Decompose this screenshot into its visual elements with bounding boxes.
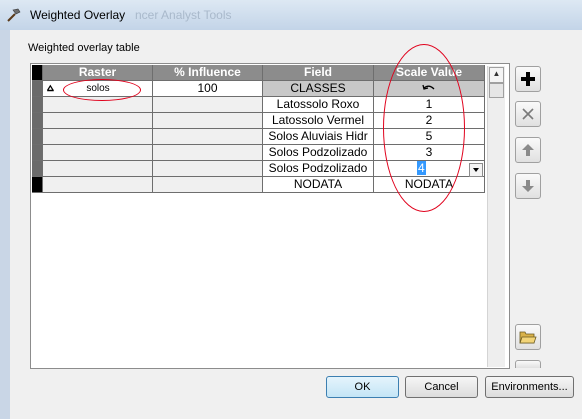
background-window-title: ncer Analyst Tools <box>135 8 232 22</box>
remove-raster-button[interactable] <box>515 101 541 127</box>
column-header-field[interactable]: Field <box>263 65 374 81</box>
influence-cell-empty <box>153 177 263 193</box>
hammer-icon <box>7 8 21 22</box>
add-icon <box>521 72 535 86</box>
raster-cell-empty <box>43 161 153 177</box>
row-selector[interactable] <box>32 177 43 193</box>
column-header-influence[interactable]: % Influence <box>153 65 263 81</box>
field-cell: Solos Podzolizado <box>263 161 374 177</box>
row-selector[interactable] <box>32 129 43 145</box>
field-cell: Solos Podzolizado <box>263 145 374 161</box>
move-down-button[interactable] <box>515 173 541 199</box>
add-raster-button[interactable] <box>515 66 541 92</box>
annotation-ellipse-raster <box>63 79 141 101</box>
ok-button[interactable]: OK <box>326 376 399 398</box>
open-button[interactable] <box>515 324 541 350</box>
field-cell: Latossolo Roxo <box>263 97 374 113</box>
cancel-button[interactable]: Cancel <box>405 376 478 398</box>
move-up-button[interactable] <box>515 137 541 163</box>
row-selector[interactable] <box>32 145 43 161</box>
scroll-up-icon[interactable]: ▲ <box>489 67 504 83</box>
influence-cell-empty <box>153 145 263 161</box>
field-cell: Latossolo Vermel <box>263 113 374 129</box>
field-cell: NODATA <box>263 177 374 193</box>
section-label: Weighted overlay table <box>28 42 140 54</box>
move-up-icon <box>522 144 534 156</box>
influence-cell-empty <box>153 161 263 177</box>
influence-cell-empty <box>153 97 263 113</box>
row-selector[interactable] <box>32 81 43 97</box>
window-title: Weighted Overlay <box>30 8 126 22</box>
raster-cell-empty <box>43 129 153 145</box>
open-folder-icon <box>519 331 537 344</box>
row-selector[interactable] <box>32 113 43 129</box>
field-cell[interactable]: CLASSES <box>263 81 374 97</box>
title-bar: Weighted Overlay ncer Analyst Tools <box>0 0 582 30</box>
scrollbar-thumb[interactable] <box>489 83 504 98</box>
header-corner <box>32 65 43 81</box>
influence-cell-empty <box>153 113 263 129</box>
move-down-icon <box>522 180 534 192</box>
raster-cell-empty <box>43 177 153 193</box>
influence-cell[interactable]: 100 <box>153 81 263 97</box>
environments-button[interactable]: Environments... <box>485 376 574 398</box>
field-cell: Solos Aluviais Hidr <box>263 129 374 145</box>
row-selector[interactable] <box>32 97 43 113</box>
remove-icon <box>522 108 534 120</box>
raster-cell-empty <box>43 113 153 129</box>
vertical-scrollbar[interactable] <box>487 66 505 367</box>
influence-cell-empty <box>153 129 263 145</box>
save-button-partial[interactable] <box>515 360 541 368</box>
chevron-down-icon[interactable] <box>469 163 483 177</box>
raster-cell-empty <box>43 145 153 161</box>
annotation-ellipse-scale-value <box>383 44 465 212</box>
row-selector[interactable] <box>32 161 43 177</box>
